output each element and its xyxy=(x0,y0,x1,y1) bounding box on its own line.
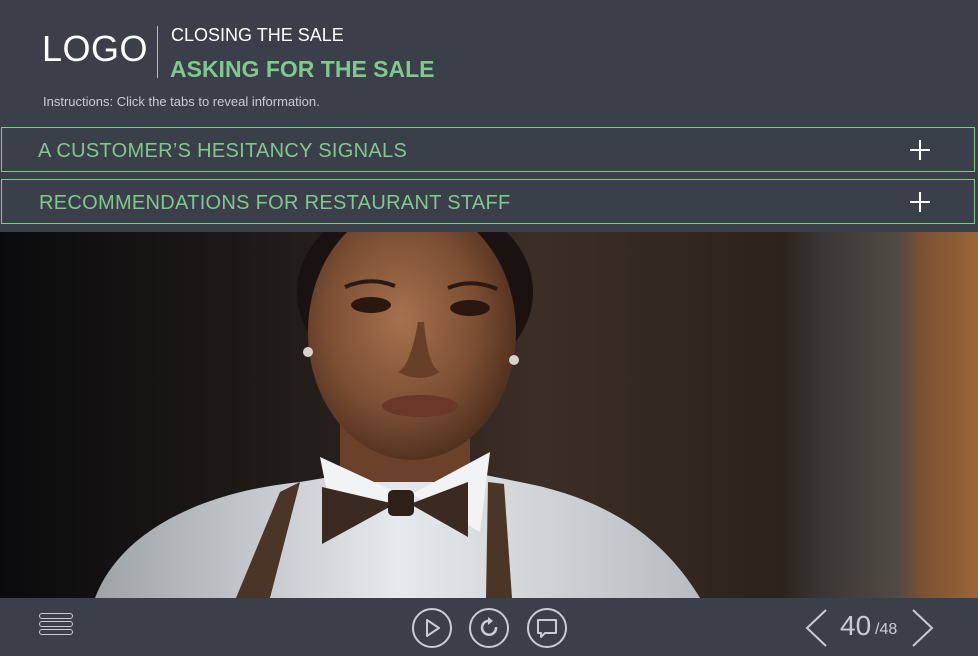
next-slide-arrow[interactable] xyxy=(910,608,936,648)
page-current: 40 xyxy=(840,610,872,641)
tab-recommendations[interactable]: RECOMMENDATIONS FOR RESTAURANT STAFF xyxy=(1,179,975,224)
comment-icon xyxy=(537,619,557,638)
plus-icon xyxy=(910,192,930,212)
server-photo xyxy=(0,232,978,598)
logo-divider xyxy=(157,26,158,78)
module-title: CLOSING THE SALE xyxy=(171,25,344,45)
comment-button[interactable] xyxy=(527,608,567,648)
logo: LOGO xyxy=(42,28,149,69)
tab-label: RECOMMENDATIONS FOR RESTAURANT STAFF xyxy=(39,192,511,214)
tab-hesitancy-signals[interactable]: A CUSTOMER’S HESITANCY SIGNALS xyxy=(1,127,975,172)
menu-icon[interactable] xyxy=(39,613,73,639)
previous-slide-arrow[interactable] xyxy=(804,608,830,648)
slide-header: LOGO CLOSING THE SALE ASKING FOR THE SAL… xyxy=(0,0,978,124)
player-controls xyxy=(0,598,978,656)
instructions-text: Instructions: Click the tabs to reveal i… xyxy=(43,94,320,109)
play-icon xyxy=(426,619,440,637)
slide-title: ASKING FOR THE SALE xyxy=(170,56,435,82)
plus-icon xyxy=(910,140,930,160)
tab-label: A CUSTOMER’S HESITANCY SIGNALS xyxy=(38,140,408,162)
course-player: LOGO CLOSING THE SALE ASKING FOR THE SAL… xyxy=(0,0,978,656)
replay-button[interactable] xyxy=(469,608,509,648)
replay-icon xyxy=(480,617,498,636)
play-button[interactable] xyxy=(412,608,452,648)
server-portrait-illustration xyxy=(0,232,978,598)
page-total: /48 xyxy=(875,621,898,638)
